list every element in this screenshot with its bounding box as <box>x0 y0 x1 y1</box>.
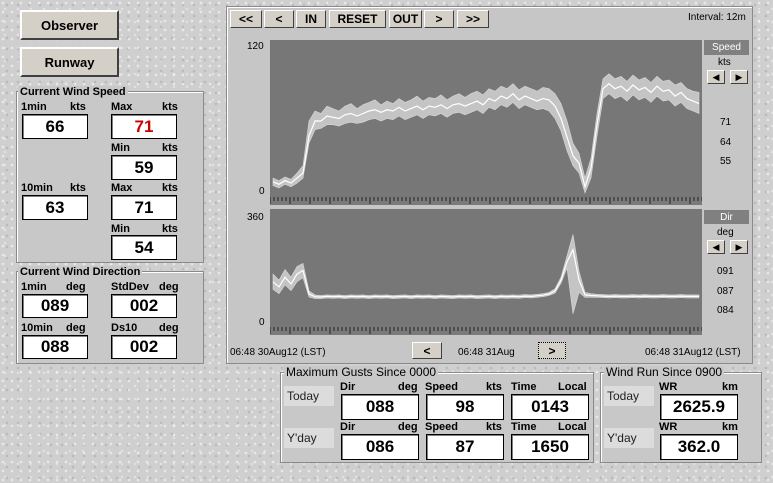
speed-value-max: 71 <box>720 117 732 128</box>
gusts-yesterday-speed-unit: kts <box>486 421 502 433</box>
reset-button[interactable]: RESET <box>329 10 386 28</box>
wind-run-title: Wind Run Since 0900 <box>604 365 725 379</box>
one-min-speed-label: 1min <box>21 101 47 113</box>
dir-value-min: 084 <box>717 305 734 316</box>
one-min-min-value: 59 <box>111 155 177 180</box>
prev-page-button[interactable]: < <box>264 10 294 28</box>
gusts-today-time-value: 0143 <box>511 394 589 420</box>
ten-min-max-label: Max <box>111 182 133 194</box>
dir-plot-background <box>270 209 702 335</box>
wind-run-today-label: Today <box>604 386 654 406</box>
wind-run-today-wr-label: WR <box>659 381 678 393</box>
gusts-yesterday-label: Y'day <box>284 428 334 448</box>
gusts-yesterday-speed-label: Speed <box>425 421 459 433</box>
speed-chart <box>270 40 702 205</box>
one-min-max-unit: kts <box>162 101 178 113</box>
zoom-in-button[interactable]: IN <box>296 10 326 28</box>
dir-value-max: 091 <box>717 266 734 277</box>
speed-ytick-bottom: 0 <box>259 186 265 197</box>
ten-min-min-value: 54 <box>111 235 177 260</box>
gusts-today-speed-label: Speed <box>425 381 459 393</box>
gusts-yesterday-time-unit: Local <box>558 421 587 433</box>
runway-button[interactable]: Runway <box>20 47 119 77</box>
ten-min-dir-unit: deg <box>66 322 86 334</box>
gusts-yesterday-time-value: 1650 <box>511 434 589 460</box>
time-next-button[interactable]: > <box>538 342 566 359</box>
ten-min-min-label: Min <box>111 223 130 235</box>
dir-value-mean: 087 <box>717 286 734 297</box>
one-min-speed-value: 66 <box>22 114 88 139</box>
speed-value-mean: 64 <box>720 137 732 148</box>
next-page-button[interactable]: > <box>424 10 454 28</box>
ds10-label: Ds10 <box>111 322 138 334</box>
gusts-today-label: Today <box>284 386 334 406</box>
gusts-today-time-label: Time <box>511 381 537 393</box>
time-center-label: 06:48 31Aug <box>458 347 515 358</box>
first-page-button[interactable]: << <box>230 10 262 28</box>
dir-scroll-left-button[interactable]: ◀ <box>707 240 725 254</box>
dir-scroll-right-button[interactable]: ▶ <box>730 240 748 254</box>
wind-run-yesterday-unit: km <box>722 421 738 433</box>
gusts-today-dir-unit: deg <box>398 381 418 393</box>
ten-min-speed-label: 10min <box>21 182 53 194</box>
gusts-today-speed-value: 98 <box>426 394 504 420</box>
ten-min-dir-value: 088 <box>22 335 88 359</box>
speed-header: Speed <box>704 40 749 55</box>
one-min-dir-unit: deg <box>66 281 86 293</box>
gusts-today-dir-label: Dir <box>340 381 356 393</box>
one-min-min-label: Min <box>111 142 130 154</box>
gusts-yesterday-dir-label: Dir <box>340 421 356 433</box>
stddev-value: 002 <box>111 294 177 318</box>
one-min-min-unit: kts <box>162 142 178 154</box>
last-page-button[interactable]: >> <box>457 10 489 28</box>
gusts-yesterday-speed-value: 87 <box>426 434 504 460</box>
current-wind-speed-title: Current Wind Speed <box>18 86 128 98</box>
speed-scroll-right-button[interactable]: ▶ <box>730 70 748 84</box>
gusts-yesterday-time-label: Time <box>511 421 537 433</box>
gusts-today-time-unit: Local <box>558 381 587 393</box>
dir-unit: deg <box>717 227 734 238</box>
ten-min-speed-unit: kts <box>70 182 86 194</box>
observer-button[interactable]: Observer <box>20 10 119 40</box>
maximum-gusts-title: Maximum Gusts Since 0000 <box>284 365 439 379</box>
speed-ytick-top: 120 <box>247 41 264 52</box>
dir-ytick-bottom: 0 <box>259 317 265 328</box>
wind-run-today-unit: km <box>722 381 738 393</box>
wind-run-yesterday-value: 362.0 <box>660 434 738 460</box>
interval-label: Interval: 12m <box>688 12 746 23</box>
stddev-unit: deg <box>159 281 179 293</box>
wind-run-yesterday-wr-label: WR <box>659 421 678 433</box>
ten-min-dir-label: 10min <box>21 322 53 334</box>
ten-min-speed-value: 63 <box>22 195 88 220</box>
time-end-label: 06:48 31Aug12 (LST) <box>645 347 741 358</box>
gusts-today-speed-unit: kts <box>486 381 502 393</box>
time-start-label: 06:48 30Aug12 (LST) <box>230 347 326 358</box>
wind-run-yesterday-label: Y'day <box>604 428 654 448</box>
dir-ytick-top: 360 <box>247 212 264 223</box>
time-prev-button[interactable]: < <box>412 342 442 359</box>
gusts-yesterday-dir-unit: deg <box>398 421 418 433</box>
one-min-speed-unit: kts <box>70 101 86 113</box>
ten-min-min-unit: kts <box>162 223 178 235</box>
speed-unit: kts <box>718 57 731 68</box>
zoom-out-button[interactable]: OUT <box>389 10 422 28</box>
ds10-value: 002 <box>111 335 177 359</box>
ten-min-max-value: 71 <box>111 195 177 220</box>
ds10-unit: deg <box>159 322 179 334</box>
gusts-yesterday-dir-value: 086 <box>341 434 419 460</box>
stddev-label: StdDev <box>111 281 149 293</box>
one-min-dir-label: 1min <box>21 281 47 293</box>
dir-chart <box>270 209 702 335</box>
one-min-max-label: Max <box>111 101 133 113</box>
speed-scroll-left-button[interactable]: ◀ <box>707 70 725 84</box>
gusts-today-dir-value: 088 <box>341 394 419 420</box>
ten-min-max-unit: kts <box>162 182 178 194</box>
one-min-max-value: 71 <box>111 114 177 139</box>
current-wind-direction-title: Current Wind Direction <box>18 266 143 278</box>
one-min-dir-value: 089 <box>22 294 88 318</box>
speed-value-min: 55 <box>720 156 732 167</box>
wind-run-today-value: 2625.9 <box>660 394 738 420</box>
dir-header: Dir <box>704 210 749 224</box>
